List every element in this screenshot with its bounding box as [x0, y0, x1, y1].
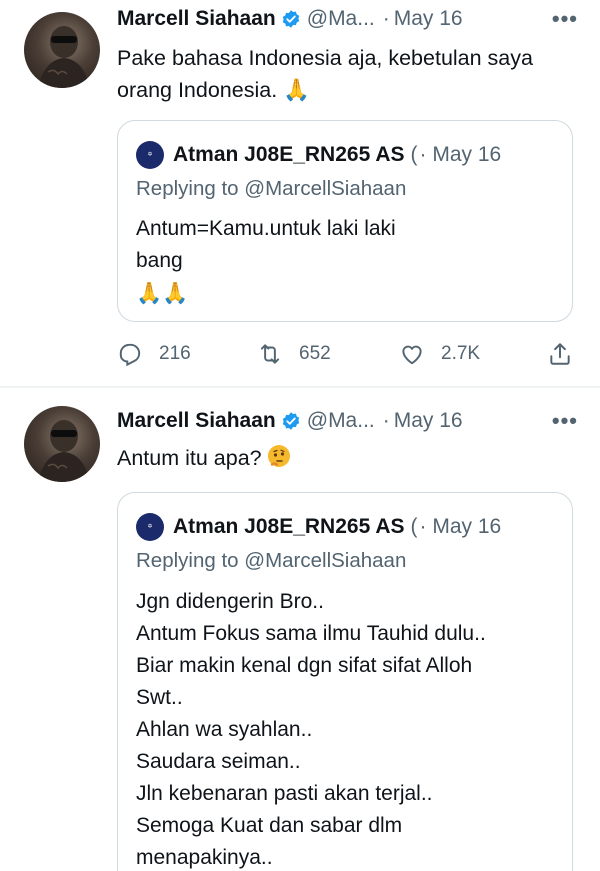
- author-name[interactable]: Marcell Siahaan: [117, 409, 276, 433]
- quoted-text-line: Swt..: [136, 686, 183, 709]
- verified-badge-icon: [281, 411, 301, 431]
- quoted-tweet-date: · May 16: [419, 515, 502, 538]
- tweet-text: Antum itu apa?: [117, 442, 578, 474]
- quoted-avatar: ✡: [136, 141, 164, 169]
- quoted-text-line: Jln kebenaran pasti akan terjal..: [136, 782, 433, 805]
- heart-icon: [402, 345, 422, 365]
- share-icon: [550, 343, 570, 365]
- quoted-author-name: Atman J08E_RN265 AS: [173, 143, 405, 166]
- author-handle[interactable]: @Ma...: [307, 409, 375, 433]
- tweet-date[interactable]: May 16: [394, 7, 463, 31]
- pray-pray-emoji-icon: 🙏🙏: [136, 281, 189, 305]
- quoted-tweet-header: ✡ Atman J08E_RN265 AS ( · May 16: [136, 141, 501, 169]
- quoted-text-line: Ahlan wa syahlan..: [136, 718, 313, 741]
- quoted-text-line: bang: [136, 249, 183, 272]
- separator-dot: ·: [382, 409, 390, 432]
- tweet[interactable]: Marcell Siahaan @Ma... · May 16 ••• Antu…: [0, 388, 600, 871]
- like-button[interactable]: 2.7K: [399, 337, 480, 371]
- quoted-avatar: ✡: [136, 513, 164, 541]
- replying-to: Replying to @MarcellSiahaan: [136, 549, 407, 572]
- separator-dot: ·: [382, 7, 390, 30]
- tweet-header: Marcell Siahaan @Ma... · May 16: [117, 4, 463, 34]
- tweet[interactable]: Marcell Siahaan @Ma... · May 16 ••• Pake…: [0, 0, 600, 386]
- more-horizontal-icon[interactable]: •••: [552, 408, 578, 434]
- quoted-tweet-header: ✡ Atman J08E_RN265 AS ( · May 16: [136, 513, 501, 541]
- tweet-text-line: orang Indonesia.: [117, 78, 278, 102]
- tweet-text: Pake bahasa Indonesia aja, kebetulan say…: [117, 42, 578, 107]
- tweet-header: Marcell Siahaan @Ma... · May 16: [117, 406, 463, 436]
- quoted-author-name: Atman J08E_RN265 AS: [173, 515, 405, 538]
- quoted-text-line: Antum=Kamu.untuk laki laki: [136, 217, 396, 240]
- author-handle[interactable]: @Ma...: [307, 7, 375, 31]
- more-horizontal-icon[interactable]: •••: [552, 6, 578, 32]
- quoted-tweet[interactable]: ✡ Atman J08E_RN265 AS ( · May 16 Replyin…: [117, 492, 573, 871]
- tweet-text-line: Pake bahasa Indonesia aja, kebetulan say…: [117, 46, 533, 70]
- like-count: 2.7K: [441, 343, 481, 364]
- reply-count: 216: [159, 343, 191, 364]
- quoted-tweet[interactable]: ✡ Atman J08E_RN265 AS ( · May 16 Replyin…: [117, 120, 573, 322]
- quoted-author-handle-truncated: (: [410, 515, 418, 538]
- quoted-author-handle-truncated: (: [410, 143, 418, 166]
- quoted-tweet-text: Antum=Kamu.untuk laki laki bang 🙏🙏: [136, 213, 554, 309]
- quoted-text-line: Saudara seiman..: [136, 750, 301, 773]
- thinking-emoji-icon: [267, 445, 290, 467]
- quoted-tweet-text: Jgn didengerin Bro.. Antum Fokus sama il…: [136, 586, 554, 871]
- tweet-text-line: Antum itu apa?: [117, 446, 262, 470]
- reply-icon: [119, 343, 141, 367]
- author-name[interactable]: Marcell Siahaan: [117, 7, 276, 31]
- verified-badge-icon: [281, 9, 301, 29]
- tweet-actions: 216 652 2.7K: [117, 337, 577, 371]
- tweet-date[interactable]: May 16: [394, 409, 463, 433]
- avatar[interactable]: [24, 406, 100, 482]
- quoted-text-line: menapakinya..: [136, 846, 273, 869]
- replying-to: Replying to @MarcellSiahaan: [136, 177, 407, 200]
- quoted-text-line: Jgn didengerin Bro..: [136, 590, 324, 613]
- quoted-text-line: Semoga Kuat dan sabar dlm: [136, 814, 403, 837]
- pray-emoji-icon: 🙏: [283, 78, 310, 103]
- share-button[interactable]: [547, 337, 589, 371]
- quoted-text-line: Biar makin kenal dgn sifat sifat Alloh: [136, 654, 473, 677]
- quoted-text-line: Antum Fokus sama ilmu Tauhid dulu..: [136, 622, 486, 645]
- avatar[interactable]: [24, 12, 100, 88]
- quoted-tweet-date: · May 16: [419, 143, 502, 166]
- retweet-button[interactable]: 652: [257, 337, 331, 371]
- reply-button[interactable]: 216: [117, 337, 191, 371]
- retweet-icon: [260, 344, 280, 364]
- retweet-count: 652: [299, 343, 331, 364]
